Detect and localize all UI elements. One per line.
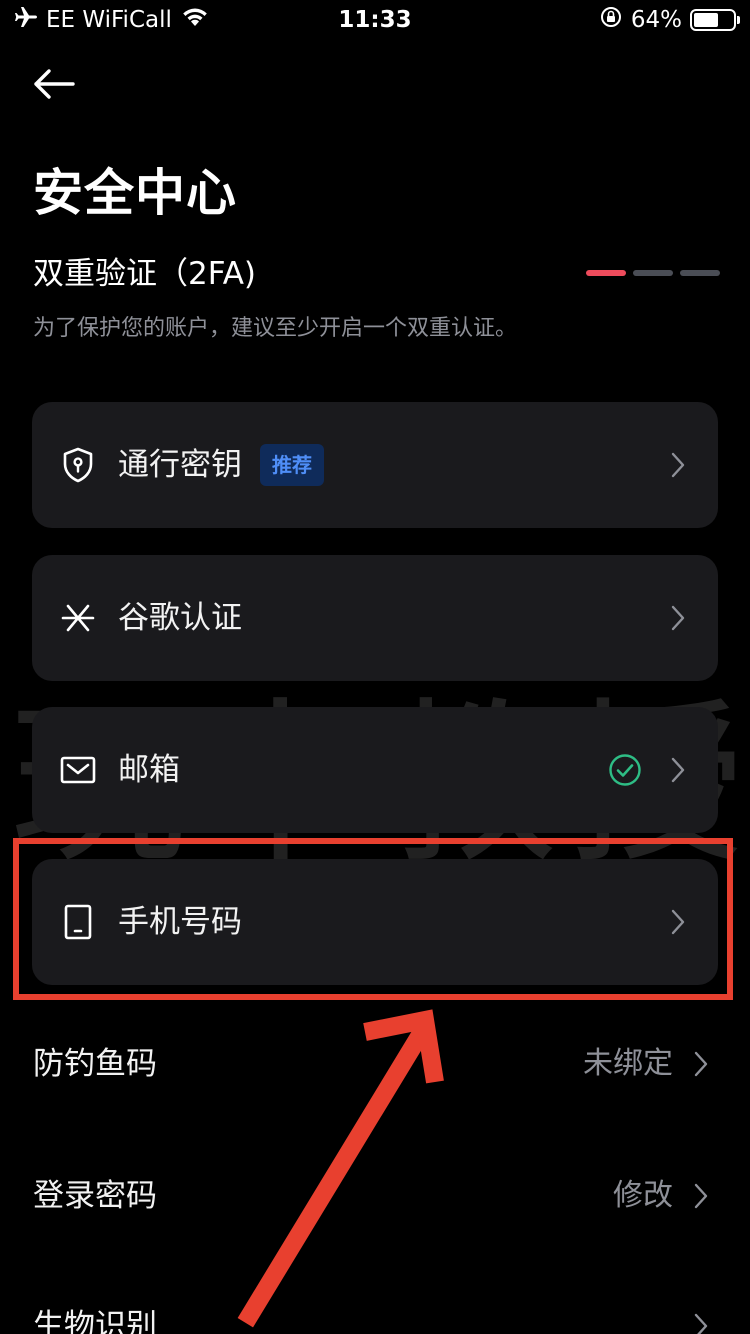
google-authenticator-card[interactable]: 谷歌认证 <box>32 555 718 681</box>
login-password-value: 修改 <box>613 1178 673 1213</box>
two-factor-progress <box>586 270 720 276</box>
email-label: 邮箱 <box>118 752 180 788</box>
phone-number-card[interactable]: 手机号码 <box>32 859 718 985</box>
chevron-right-icon <box>671 909 685 935</box>
chevron-right-icon <box>694 1051 708 1077</box>
phone-number-label: 手机号码 <box>118 904 242 940</box>
mail-icon <box>60 752 96 788</box>
battery-level <box>694 13 718 27</box>
shield-icon <box>60 447 96 483</box>
login-password-row[interactable]: 登录密码 修改 <box>33 1166 713 1226</box>
passkey-label: 通行密钥 <box>118 447 242 483</box>
two-factor-description: 为了保护您的账户，建议至少开启一个双重认证。 <box>33 316 518 341</box>
chevron-right-icon <box>671 757 685 783</box>
google-authenticator-label: 谷歌认证 <box>118 600 242 636</box>
biometrics-row[interactable]: 生物识别 <box>33 1296 713 1334</box>
battery-icon <box>690 9 740 31</box>
two-factor-title: 双重验证（2FA) <box>33 256 257 292</box>
rotation-lock-icon <box>599 5 623 35</box>
email-card[interactable]: 邮箱 <box>32 707 718 833</box>
back-button[interactable] <box>28 62 78 106</box>
status-bar: EE WiFiCall 11:33 64% <box>0 0 750 40</box>
login-password-label: 登录密码 <box>33 1178 157 1214</box>
passkey-card[interactable]: 通行密钥 推荐 <box>32 402 718 528</box>
status-right: 64% <box>599 4 740 36</box>
anti-phishing-code-value: 未绑定 <box>583 1046 673 1081</box>
anti-phishing-code-row[interactable]: 防钓鱼码 未绑定 <box>33 1034 713 1094</box>
page-title: 安全中心 <box>33 164 237 222</box>
chevron-right-icon <box>671 605 685 631</box>
back-arrow-icon <box>34 69 75 99</box>
recommended-badge: 推荐 <box>260 444 324 486</box>
progress-segment <box>633 270 673 276</box>
check-circle-icon <box>609 754 641 786</box>
chevron-right-icon <box>671 452 685 478</box>
phone-icon <box>60 904 96 940</box>
anti-phishing-code-label: 防钓鱼码 <box>33 1046 157 1082</box>
progress-segment <box>586 270 626 276</box>
security-center-screen: EE WiFiCall 11:33 64% 安全中心 双重验证（2FA) 为了保… <box>0 0 750 1334</box>
chevron-right-icon <box>694 1313 708 1334</box>
biometrics-label: 生物识别 <box>33 1308 157 1334</box>
chevron-right-icon <box>694 1183 708 1209</box>
battery-percent: 64% <box>630 7 682 33</box>
authenticator-icon <box>60 600 96 636</box>
progress-segment <box>680 270 720 276</box>
